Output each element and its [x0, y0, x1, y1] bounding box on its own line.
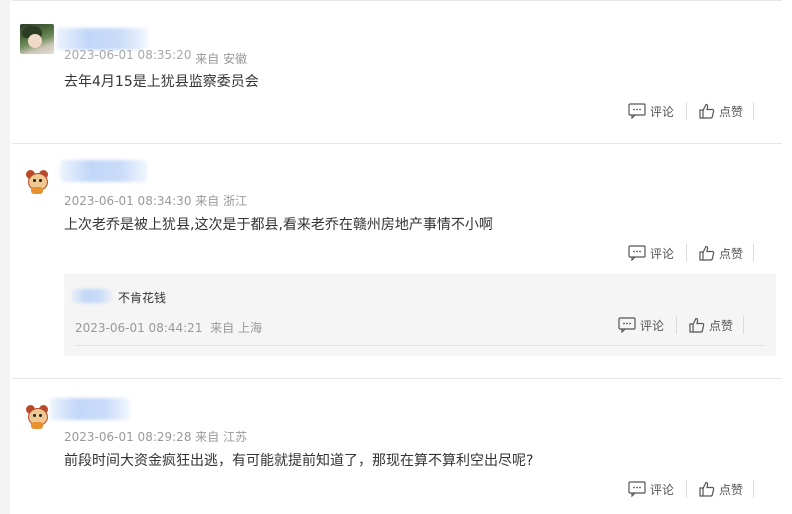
comment-list-page: 2023-06-01 08:35:20 来自 安徽 去年4月15是上犹县监察委员… [0, 0, 792, 514]
action-separator [686, 244, 688, 262]
comment-icon [628, 245, 646, 261]
comment-actions: 评论 点赞 [628, 101, 755, 121]
comment-timestamp: 2023-06-01 08:34:30 [64, 194, 192, 208]
thumbs-up-icon [699, 103, 715, 119]
user-avatar[interactable] [20, 24, 54, 54]
comment-label: 评论 [650, 104, 675, 119]
like-label: 点赞 [719, 482, 744, 497]
thumbs-up-icon [699, 481, 715, 497]
comment-location: 江苏 [223, 430, 248, 444]
comment-label: 评论 [650, 482, 675, 497]
comment-text: 去年4月15是上犹县监察委员会 [64, 74, 259, 90]
reply-divider [74, 345, 766, 346]
avatar-eye [33, 179, 36, 182]
action-separator [753, 480, 755, 498]
comment-actions: 评论 点赞 [628, 243, 755, 263]
action-separator [676, 316, 678, 334]
action-separator [743, 316, 745, 334]
comment-timestamp: 2023-06-01 08:35:20 [64, 50, 192, 62]
user-avatar[interactable] [25, 170, 49, 194]
blurred-reply-username [72, 289, 112, 303]
blurred-username [56, 28, 148, 50]
comment-location: 安徽 [223, 52, 248, 66]
comment-meta: 2023-06-01 08:29:28 来自 江苏 [64, 428, 247, 445]
like-button[interactable]: 点赞 [699, 481, 743, 498]
avatar-eye [33, 414, 36, 417]
blurred-username [60, 160, 148, 182]
comment-from: 来自 [195, 52, 220, 66]
reply-location: 上海 [237, 321, 262, 335]
like-button[interactable]: 点赞 [699, 245, 743, 262]
reply-meta: 2023-06-01 08:44:21 来自 上海 [75, 319, 262, 336]
reply-from: 来自 [210, 321, 235, 335]
avatar-eye [39, 414, 42, 417]
comment-button[interactable]: 评论 [628, 245, 674, 262]
action-separator [753, 102, 755, 120]
user-avatar[interactable] [25, 405, 49, 429]
like-label: 点赞 [719, 104, 744, 119]
thumbs-up-icon [699, 245, 715, 261]
avatar-eye [39, 179, 42, 182]
reply-actions: 评论 点赞 [618, 315, 745, 335]
comment-label: 评论 [650, 246, 675, 261]
comment-icon [628, 481, 646, 497]
left-gutter [0, 0, 10, 514]
avatar-face [28, 34, 42, 48]
comment-icon [628, 103, 646, 119]
comment-from: 来自 [195, 194, 220, 208]
blurred-username [50, 398, 130, 420]
like-button[interactable]: 点赞 [699, 103, 743, 120]
like-label: 点赞 [719, 246, 744, 261]
comment-actions: 评论 点赞 [628, 479, 755, 499]
like-label: 点赞 [709, 318, 734, 333]
reply-text: 不肯花钱 [118, 291, 167, 305]
reply-timestamp: 2023-06-01 08:44:21 [75, 321, 203, 335]
thumbs-up-icon [689, 317, 705, 333]
comment-meta: 2023-06-01 08:34:30 来自 浙江 [64, 192, 247, 209]
comment-location: 浙江 [223, 194, 248, 208]
comment-button[interactable]: 评论 [628, 103, 674, 120]
comment-icon [618, 317, 636, 333]
avatar-body [31, 187, 43, 194]
comment-meta: 2023-06-01 08:35:20 来自 安徽 [64, 50, 247, 66]
reply-like-button[interactable]: 点赞 [689, 317, 733, 334]
action-separator [753, 244, 755, 262]
comment-timestamp: 2023-06-01 08:29:28 [64, 430, 192, 444]
divider [12, 378, 782, 379]
action-separator [686, 102, 688, 120]
reply-comment-button[interactable]: 评论 [618, 317, 664, 334]
comment-from: 来自 [195, 430, 220, 444]
comment-text: 前段时间大资金疯狂出逃，有可能就提前知道了，那现在算不算利空出尽呢? [64, 453, 534, 469]
avatar-body [31, 422, 43, 429]
action-separator [686, 480, 688, 498]
comment-text: 上次老乔是被上犹县,这次是于都县,看来老乔在赣州房地产事情不小啊 [64, 217, 493, 233]
divider [12, 143, 782, 144]
comment-label: 评论 [640, 318, 665, 333]
divider [12, 0, 782, 1]
comment-button[interactable]: 评论 [628, 481, 674, 498]
